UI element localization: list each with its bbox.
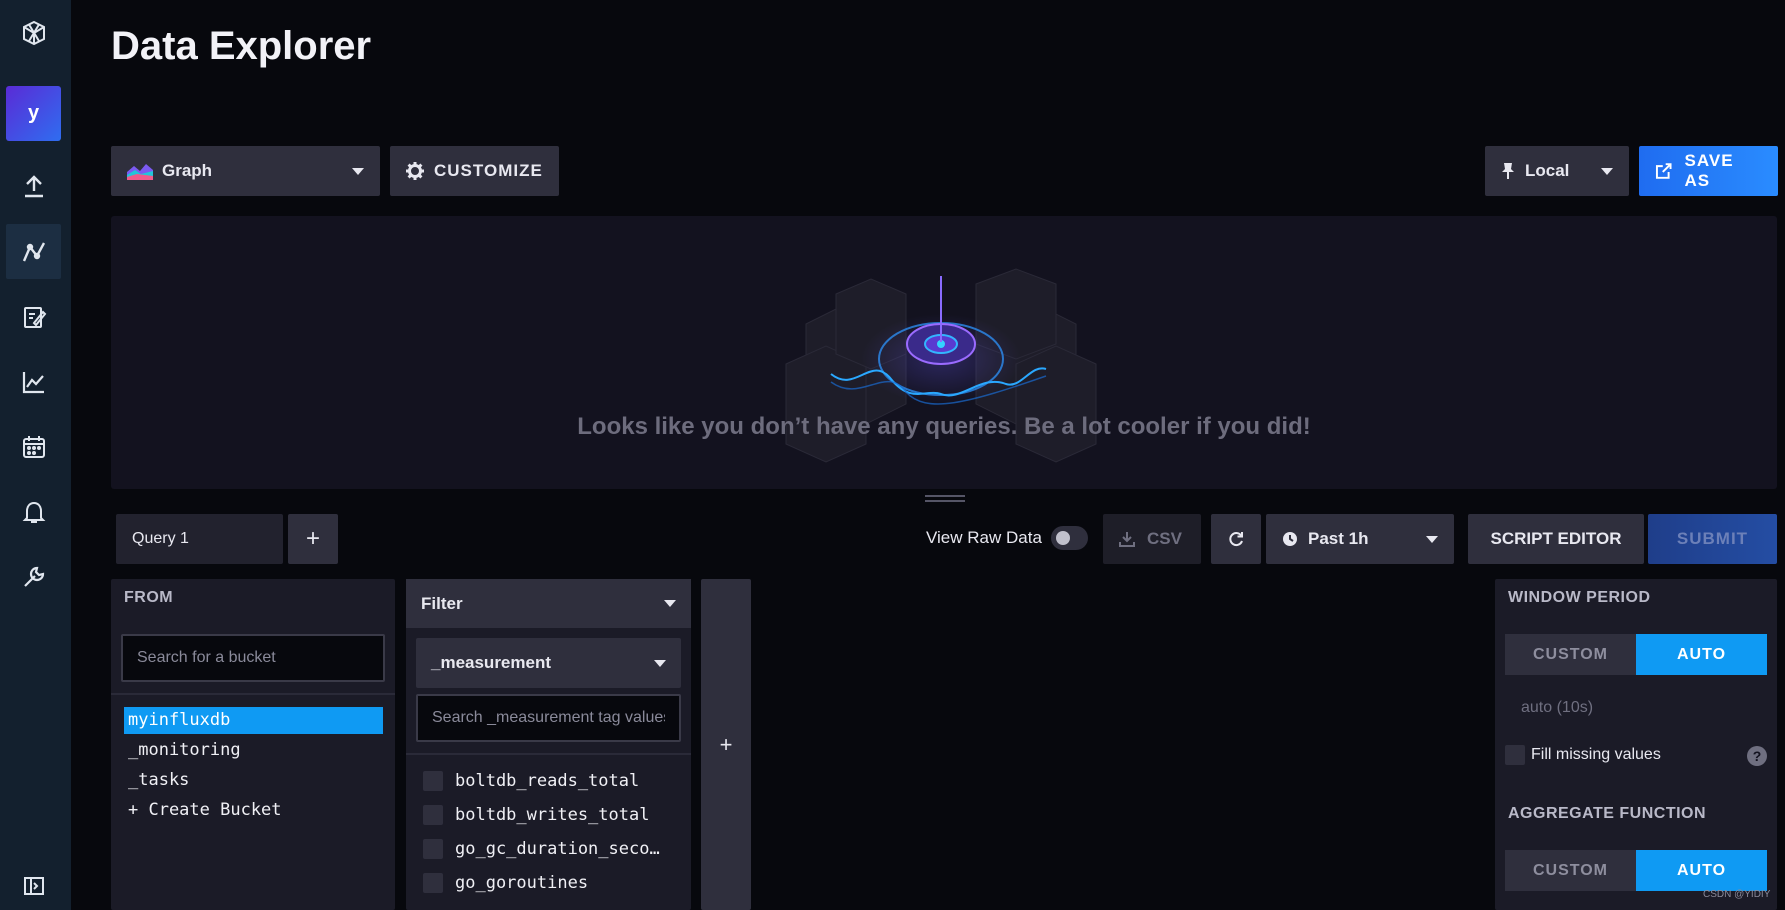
settings-wrench-icon[interactable] xyxy=(6,549,61,604)
clock-icon xyxy=(1283,532,1297,546)
script-editor-button[interactable]: SCRIPT EDITOR xyxy=(1468,514,1644,564)
list-item[interactable]: go_goroutines xyxy=(423,872,588,894)
window-auto-button[interactable]: AUTO xyxy=(1636,634,1767,675)
save-as-label: SAVE AS xyxy=(1684,151,1734,190)
window-period-header: WINDOW PERIOD xyxy=(1508,589,1651,606)
aggregate-custom-button[interactable]: CUSTOM xyxy=(1505,850,1636,891)
aggregate-auto-button[interactable]: AUTO xyxy=(1636,850,1767,891)
resize-drag-handle[interactable] xyxy=(925,495,965,503)
tag-key-label: _measurement xyxy=(431,653,552,672)
filter-header-label: Filter xyxy=(421,593,463,613)
download-icon xyxy=(1119,532,1135,547)
avatar-letter: y xyxy=(27,102,40,124)
gear-icon xyxy=(406,162,424,180)
fill-missing-label: Fill missing values xyxy=(1531,746,1661,763)
tag-value-label: boltdb_reads_total xyxy=(455,771,640,791)
checkbox[interactable] xyxy=(423,805,443,825)
filter-panel: Filter _measurement boltdb_reads_total b… xyxy=(406,579,691,910)
list-item[interactable]: go_gc_duration_seco… xyxy=(423,838,660,860)
toggle-knob xyxy=(1056,531,1070,545)
checkbox[interactable] xyxy=(423,839,443,859)
tag-value-search-input[interactable] xyxy=(416,694,681,742)
window-period-value: auto (10s) xyxy=(1521,699,1594,716)
help-icon[interactable]: ? xyxy=(1747,746,1767,766)
csv-download-button[interactable]: CSV xyxy=(1103,514,1201,564)
plus-icon: + xyxy=(719,731,733,757)
submit-label: SUBMIT xyxy=(1676,529,1749,548)
time-range-label: Past 1h xyxy=(1308,529,1369,548)
customize-button[interactable]: CUSTOMIZE xyxy=(390,146,559,196)
divider xyxy=(111,693,395,695)
checkbox[interactable] xyxy=(423,771,443,791)
add-query-button[interactable]: + xyxy=(288,514,338,564)
from-panel: FROM myinfluxdb _monitoring _tasks + Cre… xyxy=(111,579,395,910)
submit-button[interactable]: SUBMIT xyxy=(1648,514,1777,564)
chevron-down-icon xyxy=(664,600,676,607)
local-timezone-dropdown[interactable]: Local xyxy=(1485,146,1629,196)
bucket-search-input[interactable] xyxy=(121,634,385,682)
script-editor-label: SCRIPT EDITOR xyxy=(1490,529,1622,548)
save-as-button[interactable]: SAVE AS xyxy=(1639,146,1778,196)
visualization-type-dropdown[interactable]: Graph xyxy=(111,146,380,196)
graph-label: Graph xyxy=(162,161,213,180)
dashboards-icon[interactable] xyxy=(6,354,61,409)
sidebar: y xyxy=(0,0,71,910)
page-title: Data Explorer xyxy=(111,24,372,68)
list-item[interactable]: boltdb_reads_total xyxy=(423,770,639,792)
refresh-icon xyxy=(1229,532,1243,547)
data-explorer-icon[interactable] xyxy=(6,224,61,279)
bucket-item-tasks[interactable]: _tasks xyxy=(124,767,383,794)
aggregate-function-toggle: CUSTOM AUTO xyxy=(1505,850,1767,891)
chevron-down-icon xyxy=(1426,535,1438,543)
notebook-edit-icon[interactable] xyxy=(6,289,61,344)
view-raw-data-toggle[interactable] xyxy=(1051,526,1088,550)
window-period-toggle: CUSTOM AUTO xyxy=(1505,634,1767,675)
tab-query-1[interactable]: Query 1 xyxy=(116,514,283,564)
chevron-down-icon xyxy=(352,167,364,175)
bucket-item-monitoring[interactable]: _monitoring xyxy=(124,737,383,764)
view-raw-data-label: View Raw Data xyxy=(926,528,1042,547)
tag-value-label: go_goroutines xyxy=(455,873,589,893)
tag-value-label: go_gc_duration_seco… xyxy=(455,839,660,859)
checkbox[interactable] xyxy=(423,873,443,893)
query-tab-label: Query 1 xyxy=(132,530,189,547)
pin-icon xyxy=(1502,163,1514,179)
graph-type-icon xyxy=(127,164,153,180)
graph-area: Looks like you don’t have any queries. B… xyxy=(111,216,1777,489)
tag-key-dropdown[interactable]: _measurement xyxy=(416,638,681,688)
empty-graph-message: Looks like you don’t have any queries. B… xyxy=(577,413,1311,440)
bucket-item-myinfluxdb[interactable]: myinfluxdb xyxy=(124,707,383,734)
aggregate-function-header: AGGREGATE FUNCTION xyxy=(1508,805,1707,822)
cube-logo-icon[interactable] xyxy=(6,5,61,60)
external-link-icon xyxy=(1655,163,1672,179)
refresh-button[interactable] xyxy=(1211,514,1261,564)
watermark: CSDN @YIDIY xyxy=(1703,889,1771,900)
aggregate-panel: WINDOW PERIOD CUSTOM AUTO auto (10s) Fil… xyxy=(1495,579,1777,910)
upload-icon[interactable] xyxy=(6,159,61,214)
time-range-dropdown[interactable]: Past 1h xyxy=(1266,514,1454,564)
plus-icon: + xyxy=(305,525,320,552)
tag-value-label: boltdb_writes_total xyxy=(455,805,650,825)
from-header: FROM xyxy=(124,589,174,606)
csv-label: CSV xyxy=(1147,529,1182,548)
window-custom-button[interactable]: CUSTOM xyxy=(1505,634,1636,675)
create-bucket-link[interactable]: + Create Bucket xyxy=(124,797,383,824)
customize-label: CUSTOMIZE xyxy=(434,161,543,180)
checkbox[interactable] xyxy=(1505,745,1525,765)
collapse-sidebar-icon[interactable] xyxy=(6,866,61,906)
divider xyxy=(406,753,691,755)
avatar[interactable]: y xyxy=(6,86,61,141)
local-label: Local xyxy=(1525,161,1570,180)
filter-function-dropdown[interactable]: Filter xyxy=(406,579,691,628)
chevron-down-icon xyxy=(654,659,666,667)
alerts-bell-icon[interactable] xyxy=(6,484,61,539)
tasks-calendar-icon[interactable] xyxy=(6,419,61,474)
fill-missing-values-option[interactable]: Fill missing values xyxy=(1505,745,1661,765)
chevron-down-icon xyxy=(1601,167,1613,175)
add-filter-button[interactable]: + xyxy=(701,579,751,910)
list-item[interactable]: boltdb_writes_total xyxy=(423,804,649,826)
